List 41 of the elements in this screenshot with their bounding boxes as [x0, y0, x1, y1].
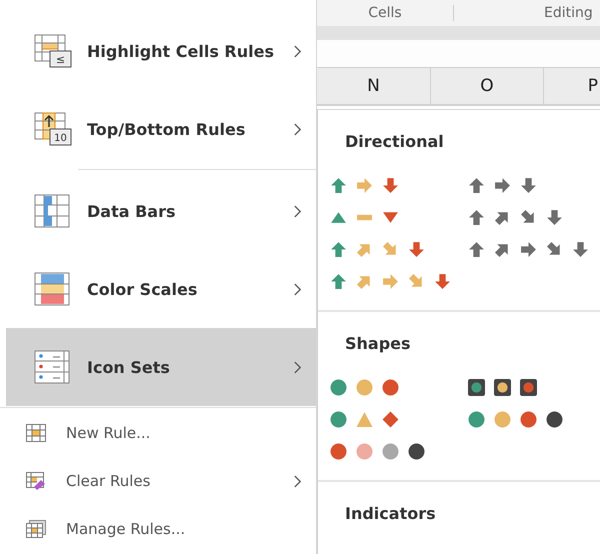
- column-header: O: [431, 68, 544, 104]
- down-arrow-icon[interactable]: [434, 273, 451, 290]
- down-arrow-icon[interactable]: [520, 177, 537, 194]
- menu-item[interactable]: Color Scales: [6, 250, 316, 328]
- manage-rules-icon: [25, 519, 47, 539]
- up-right-arrow-icon[interactable]: [494, 209, 511, 226]
- menu-item[interactable]: Icon Sets: [6, 328, 316, 406]
- menu-item[interactable]: New Rule...: [0, 409, 316, 457]
- menu-item[interactable]: Clear Rules: [0, 457, 316, 505]
- down-arrow-icon[interactable]: [572, 241, 589, 258]
- clear-rules-icon: [25, 471, 47, 491]
- up-arrow-icon[interactable]: [330, 241, 347, 258]
- down-arrow-icon[interactable]: [408, 241, 425, 258]
- diamond-icon[interactable]: [382, 411, 399, 428]
- circle-icon[interactable]: [520, 411, 537, 428]
- down-arrow-icon[interactable]: [546, 209, 563, 226]
- up-arrow-icon[interactable]: [468, 209, 485, 226]
- menu-item[interactable]: 10 Top/Bottom Rules: [6, 90, 316, 168]
- section-title: Directional: [345, 130, 445, 153]
- up-right-arrow-icon[interactable]: [494, 241, 511, 258]
- right-arrow-icon[interactable]: [520, 241, 537, 258]
- menu-item[interactable]: Manage Rules...: [0, 505, 316, 553]
- circle-icon[interactable]: [546, 411, 563, 428]
- menu-item[interactable]: ≤ Highlight Cells Rules: [6, 12, 316, 90]
- circle-icon[interactable]: [408, 443, 425, 460]
- column-header: N: [317, 68, 431, 104]
- circle-icon[interactable]: [330, 443, 347, 460]
- circle-icon[interactable]: [382, 379, 399, 396]
- section-title: Indicators: [345, 502, 437, 525]
- menu-item[interactable]: Data Bars: [6, 172, 316, 250]
- up-arrow-icon[interactable]: [330, 177, 347, 194]
- new-rule-icon: [25, 423, 47, 443]
- ribbon-group-label: Cells: [317, 4, 454, 21]
- ribbon-group-label: Editing: [544, 4, 593, 21]
- up-arrow-icon[interactable]: [468, 241, 485, 258]
- down-arrow-icon[interactable]: [382, 177, 399, 194]
- column-header: P: [586, 74, 599, 98]
- right-arrow-icon[interactable]: [494, 177, 511, 194]
- section-title: Shapes: [345, 332, 412, 355]
- up-arrow-icon[interactable]: [330, 273, 347, 290]
- up-arrow-icon[interactable]: [468, 177, 485, 194]
